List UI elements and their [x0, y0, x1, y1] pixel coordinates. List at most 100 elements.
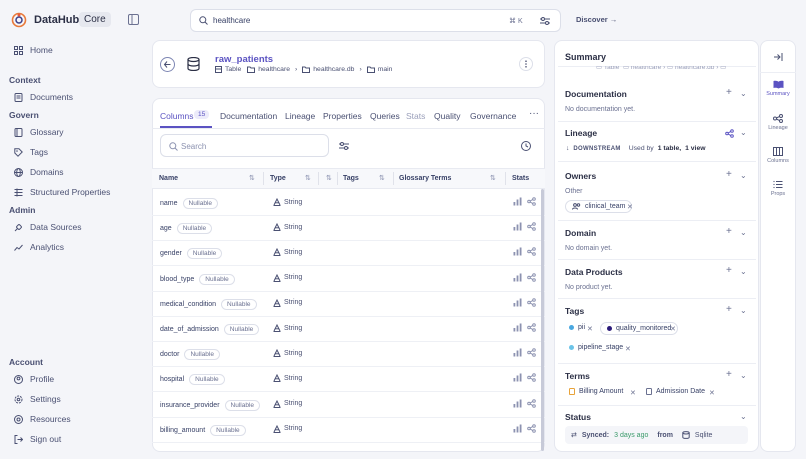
- more-menu-button[interactable]: [519, 57, 533, 71]
- column-lineage-icon[interactable]: [527, 373, 536, 383]
- chevron-down-icon[interactable]: ⌄: [740, 412, 747, 421]
- back-button[interactable]: [160, 57, 175, 72]
- column-lineage-icon[interactable]: [527, 323, 536, 332]
- column-lineage-icon[interactable]: [527, 297, 536, 307]
- collapse-panel-icon[interactable]: [773, 52, 783, 62]
- remove-tag-icon[interactable]: ✕: [625, 345, 631, 353]
- plus-icon[interactable]: +: [726, 87, 732, 98]
- sort-icon[interactable]: ⇅: [379, 174, 385, 182]
- lineage-tables-count[interactable]: 1 table,: [658, 145, 681, 152]
- entity-name[interactable]: raw_patients: [215, 54, 273, 65]
- breadcrumb-item[interactable]: healthcare: [258, 66, 290, 73]
- chevron-down-icon[interactable]: ⌄: [740, 306, 747, 315]
- tab-properties[interactable]: Properties: [323, 111, 362, 121]
- table-row[interactable]: date_of_admission Nullable String: [152, 317, 545, 342]
- bar-chart-icon[interactable]: [513, 399, 522, 408]
- term-pill[interactable]: Billing Amount: [565, 386, 627, 397]
- chevron-down-icon[interactable]: ⌄: [740, 267, 747, 276]
- plus-icon[interactable]: +: [726, 169, 732, 180]
- table-row[interactable]: billing_amount Nullable String: [152, 418, 545, 443]
- bar-chart-icon[interactable]: [513, 348, 522, 357]
- header-type[interactable]: Type: [270, 175, 286, 182]
- column-lineage-icon[interactable]: [527, 348, 536, 357]
- bar-chart-icon[interactable]: [513, 247, 522, 256]
- sidebar-item-documents[interactable]: Documents: [14, 92, 73, 102]
- breadcrumb-item[interactable]: healthcare.db: [313, 66, 354, 73]
- column-lineage-icon[interactable]: [527, 197, 536, 206]
- sidebar-item-structured-properties[interactable]: Structured Properties: [14, 187, 110, 197]
- tab-columns[interactable]: Columns: [160, 111, 194, 121]
- rail-lineage[interactable]: Lineage: [760, 114, 796, 131]
- column-lineage-icon[interactable]: [527, 222, 536, 231]
- sidebar-item-tags[interactable]: Tags: [14, 147, 48, 157]
- table-row[interactable]: gender Nullable String: [152, 241, 545, 267]
- breadcrumb-item[interactable]: main: [378, 66, 393, 73]
- sidebar-item-home[interactable]: Home: [14, 45, 53, 55]
- bar-chart-icon[interactable]: [513, 298, 522, 307]
- sidebar-item-analytics[interactable]: Analytics: [14, 242, 64, 252]
- tab-stats[interactable]: Stats: [406, 111, 425, 121]
- sort-icon[interactable]: ⇅: [305, 174, 311, 182]
- table-row[interactable]: insurance_provider Nullable String: [152, 393, 545, 418]
- remove-tag-icon[interactable]: ✕: [587, 325, 593, 333]
- rail-summary[interactable]: Summary: [760, 80, 796, 97]
- sidebar-item-data-sources[interactable]: Data Sources: [14, 222, 82, 232]
- owner-pill[interactable]: clinical_team: [565, 200, 633, 213]
- tag-pill[interactable]: quality_monitored: [600, 322, 679, 335]
- chevron-down-icon[interactable]: ⌄: [740, 89, 747, 98]
- bar-chart-icon[interactable]: [513, 323, 522, 332]
- sidebar-item-domains[interactable]: Domains: [14, 167, 64, 177]
- table-row[interactable]: hospital Nullable String: [152, 367, 545, 393]
- bar-chart-icon[interactable]: [513, 273, 522, 282]
- remove-term-icon[interactable]: ✕: [630, 389, 636, 397]
- remove-owner-icon[interactable]: ✕: [627, 203, 633, 211]
- plus-icon[interactable]: +: [726, 226, 732, 237]
- chevron-down-icon[interactable]: ⌄: [740, 228, 747, 237]
- column-lineage-icon[interactable]: [527, 247, 536, 257]
- chevron-down-icon[interactable]: ⌄: [740, 171, 747, 180]
- bar-chart-icon[interactable]: [513, 424, 522, 433]
- sidebar-item-resources[interactable]: Resources: [14, 414, 71, 424]
- table-row[interactable]: blood_type Nullable String: [152, 267, 545, 292]
- datahub-logo[interactable]: [11, 12, 27, 28]
- tab-governance[interactable]: Governance: [470, 111, 516, 121]
- table-row[interactable]: age Nullable String: [152, 216, 545, 242]
- sort-icon[interactable]: ⇅: [490, 174, 496, 182]
- history-icon[interactable]: [520, 140, 532, 152]
- plus-icon[interactable]: +: [726, 304, 732, 315]
- header-name[interactable]: Name: [159, 175, 178, 182]
- filter-icon[interactable]: [539, 15, 551, 27]
- sidebar-item-profile[interactable]: Profile: [14, 374, 54, 384]
- rail-properties[interactable]: Props: [760, 180, 796, 197]
- tab-queries[interactable]: Queries: [370, 111, 400, 121]
- remove-tag-icon[interactable]: ✕: [670, 325, 676, 333]
- lineage-views-count[interactable]: 1 view: [685, 145, 705, 152]
- sort-icon[interactable]: ⇅: [249, 174, 255, 182]
- chevron-down-icon[interactable]: ⌄: [740, 128, 747, 137]
- table-scrollbar[interactable]: [541, 189, 544, 451]
- bar-chart-icon[interactable]: [513, 197, 522, 206]
- column-lineage-icon[interactable]: [527, 423, 536, 433]
- table-row[interactable]: name Nullable String: [152, 191, 545, 216]
- bar-chart-icon[interactable]: [513, 222, 522, 231]
- tag-pill[interactable]: pii: [565, 322, 589, 333]
- discover-link[interactable]: Discover →: [576, 15, 617, 24]
- tag-pill[interactable]: pipeline_stage: [565, 342, 627, 353]
- term-pill[interactable]: Admission Date: [642, 386, 709, 397]
- sidebar-item-sign-out[interactable]: Sign out: [14, 434, 61, 444]
- sidebar-item-settings[interactable]: Settings: [14, 394, 61, 404]
- sort-icon[interactable]: ⇅: [326, 174, 332, 182]
- table-row[interactable]: doctor Nullable String: [152, 342, 545, 368]
- plus-icon[interactable]: +: [726, 265, 732, 276]
- rail-columns[interactable]: Columns: [760, 147, 796, 164]
- header-glossary-terms[interactable]: Glossary Terms: [399, 175, 451, 182]
- plus-icon[interactable]: +: [726, 369, 732, 380]
- header-tags[interactable]: Tags: [343, 175, 359, 182]
- bar-chart-icon[interactable]: [513, 373, 522, 382]
- tab-documentation[interactable]: Documentation: [220, 111, 277, 121]
- column-lineage-icon[interactable]: [527, 272, 536, 282]
- tab-lineage[interactable]: Lineage: [285, 111, 315, 121]
- column-filter-icon[interactable]: [338, 140, 350, 152]
- sync-source[interactable]: Sqlite: [695, 432, 713, 439]
- column-search-input[interactable]: Search: [160, 134, 329, 157]
